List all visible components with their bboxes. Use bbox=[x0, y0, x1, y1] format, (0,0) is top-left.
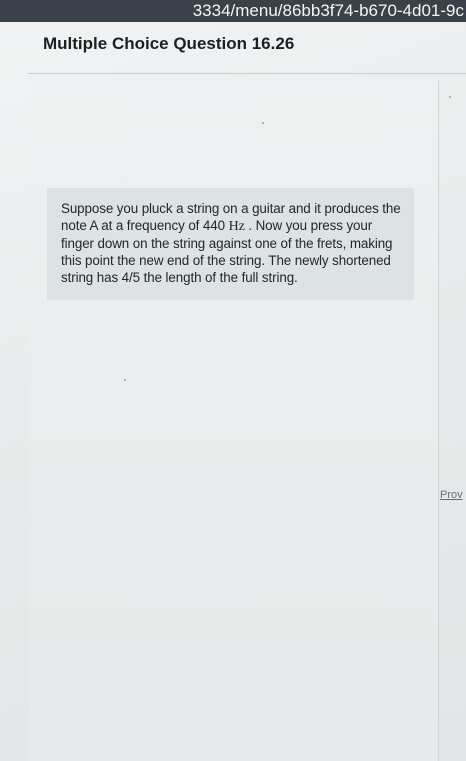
title-divider bbox=[28, 73, 466, 74]
side-link-partial[interactable]: Prov bbox=[440, 489, 463, 501]
question-prompt-box: Suppose you pluck a string on a guitar a… bbox=[47, 188, 414, 300]
frequency-unit: Hz bbox=[228, 219, 245, 234]
url-text: 3334/menu/86bb3f74-b670-4d01-9c bbox=[192, 1, 464, 20]
panel-divider bbox=[438, 80, 439, 761]
content-panel bbox=[30, 80, 438, 761]
dust-speck bbox=[449, 96, 451, 98]
page: 3334/menu/86bb3f74-b670-4d01-9c Multiple… bbox=[0, 0, 466, 761]
question-text: Suppose you pluck a string on a guitar a… bbox=[61, 200, 404, 286]
question-title: Multiple Choice Question 16.26 bbox=[43, 34, 295, 53]
dust-speck bbox=[124, 379, 126, 381]
browser-url-bar[interactable]: 3334/menu/86bb3f74-b670-4d01-9c bbox=[0, 0, 466, 22]
dust-speck bbox=[262, 122, 264, 124]
